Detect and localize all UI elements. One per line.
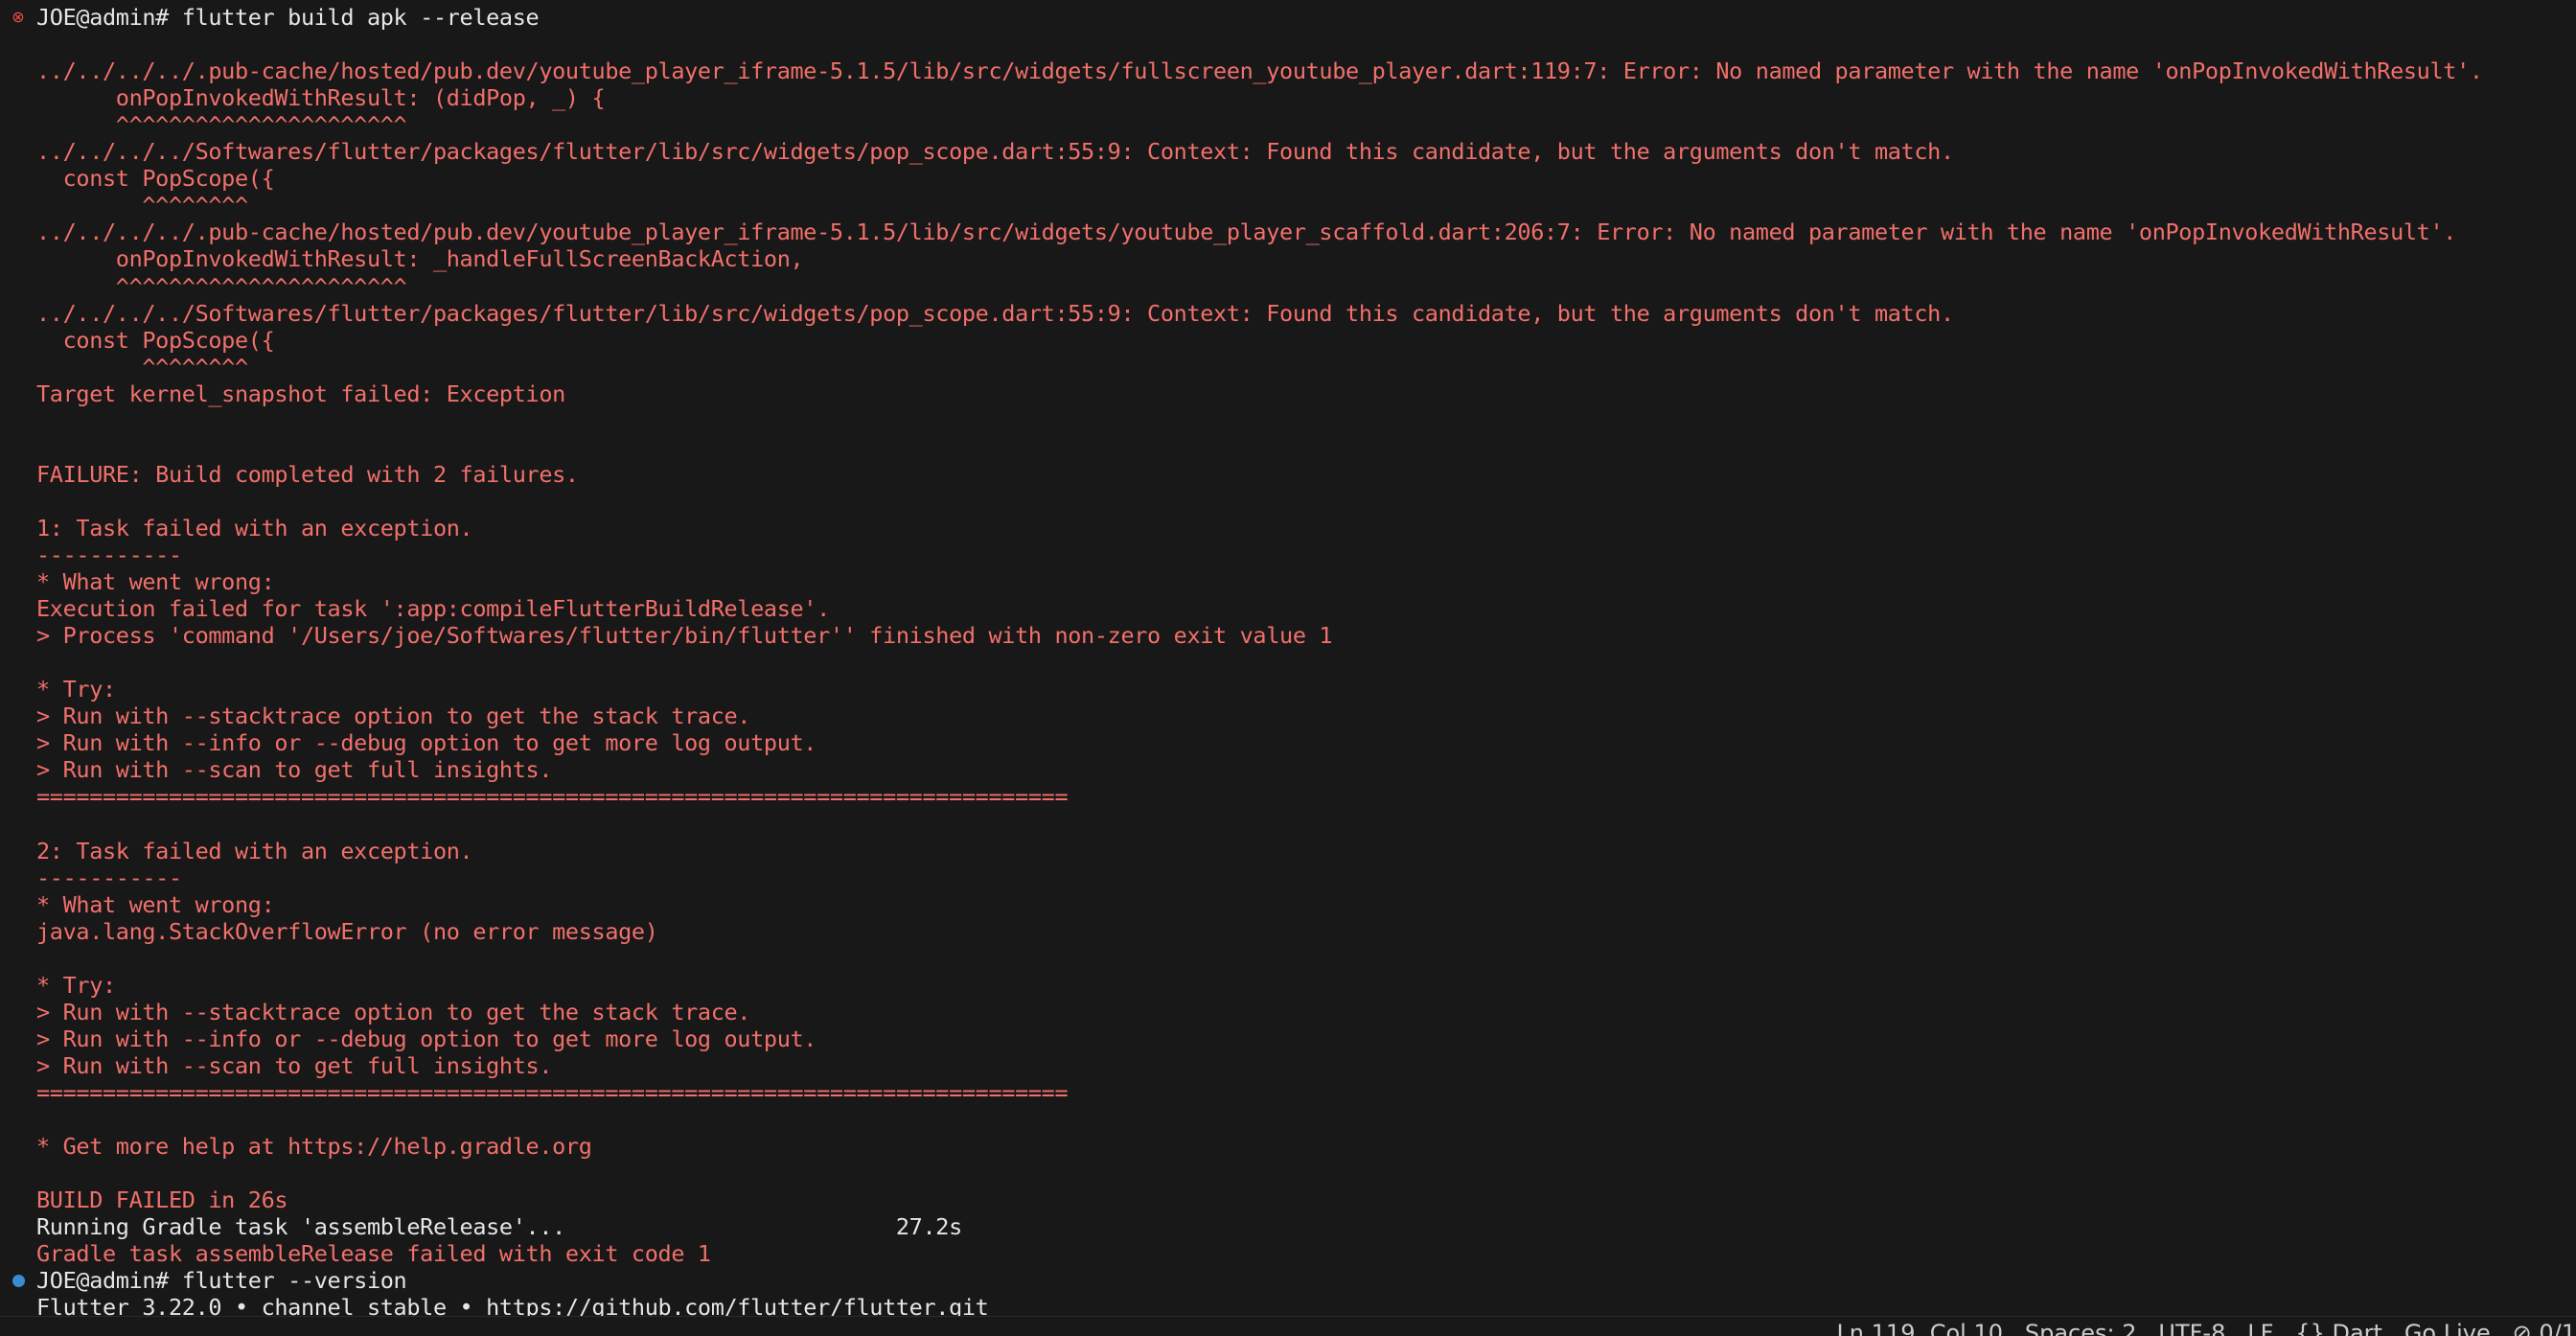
terminal-line: const PopScope({ bbox=[36, 165, 275, 193]
terminal-line: FAILURE: Build completed with 2 failures… bbox=[36, 460, 579, 488]
status-bar-text: Ln 119, Col 10 Spaces: 2 UTF-8 LF {} Dar… bbox=[1836, 1320, 2576, 1336]
terminal-line: JOE@admin# flutter build apk --release bbox=[36, 4, 540, 31]
terminal-line: Target kernel_snapshot failed: Exception bbox=[36, 380, 565, 407]
terminal-line: 2: Task failed with an exception. bbox=[36, 837, 473, 864]
terminal-line: > Run with --info or --debug option to g… bbox=[36, 729, 817, 757]
terminal-line: > Run with --stacktrace option to get th… bbox=[36, 998, 751, 1025]
terminal-line: > Run with --stacktrace option to get th… bbox=[36, 703, 751, 730]
terminal-line: ----------- bbox=[36, 864, 182, 891]
status-bar: Ln 119, Col 10 Spaces: 2 UTF-8 LF {} Dar… bbox=[0, 1316, 2576, 1336]
terminal-line: BUILD FAILED in 26s bbox=[36, 1186, 288, 1214]
terminal-line: ../../../../.pub-cache/hosted/pub.dev/yo… bbox=[36, 219, 2457, 246]
error-circle-icon[interactable]: ⊗ bbox=[11, 10, 26, 25]
terminal-line: > Run with --scan to get full insights. bbox=[36, 1051, 553, 1079]
terminal-line: const PopScope({ bbox=[36, 326, 275, 354]
terminal-line: ^^^^^^^^^^^^^^^^^^^^^^ bbox=[36, 111, 407, 139]
terminal-line: 1: Task failed with an exception. bbox=[36, 514, 473, 541]
terminal-line: ../../../../Softwares/flutter/packages/f… bbox=[36, 299, 1954, 327]
terminal-line: * Get more help at https://help.gradle.o… bbox=[36, 1133, 592, 1161]
command-success-dot-icon[interactable] bbox=[12, 1275, 25, 1288]
terminal-line: onPopInvokedWithResult: _handleFullScree… bbox=[36, 245, 804, 273]
terminal-line: Gradle task assembleRelease failed with … bbox=[36, 1240, 711, 1268]
terminal-line: ----------- bbox=[36, 541, 182, 568]
terminal-line: ========================================… bbox=[36, 1079, 1069, 1106]
terminal-panel[interactable]: JOE@admin# flutter build apk --release..… bbox=[0, 0, 2576, 1316]
terminal-line: * What went wrong: bbox=[36, 890, 275, 918]
terminal-line: * Try: bbox=[36, 676, 116, 703]
terminal-line: > Run with --scan to get full insights. bbox=[36, 756, 553, 784]
terminal-line: ^^^^^^^^^^^^^^^^^^^^^^ bbox=[36, 272, 407, 300]
terminal-line: onPopInvokedWithResult: (didPop, _) { bbox=[36, 84, 606, 112]
terminal-line: Flutter 3.22.0 • channel stable • https:… bbox=[36, 1294, 989, 1316]
terminal-line: ^^^^^^^^ bbox=[36, 192, 248, 219]
terminal-line: * Try: bbox=[36, 971, 116, 999]
terminal-line: Running Gradle task 'assembleRelease'...… bbox=[36, 1213, 962, 1241]
terminal-line: ^^^^^^^^ bbox=[36, 353, 248, 380]
terminal-line: java.lang.StackOverflowError (no error m… bbox=[36, 917, 658, 945]
terminal-line: ../../../../Softwares/flutter/packages/f… bbox=[36, 138, 1954, 166]
terminal-line: JOE@admin# flutter --version bbox=[36, 1267, 407, 1295]
terminal-line: > Run with --info or --debug option to g… bbox=[36, 1025, 817, 1052]
terminal-line: Execution failed for task ':app:compileF… bbox=[36, 595, 830, 623]
terminal-line: ../../../../.pub-cache/hosted/pub.dev/yo… bbox=[36, 58, 2483, 85]
terminal-line: * What went wrong: bbox=[36, 568, 275, 596]
terminal-line: > Process 'command '/Users/joe/Softwares… bbox=[36, 622, 1333, 650]
terminal-line: ========================================… bbox=[36, 783, 1069, 811]
